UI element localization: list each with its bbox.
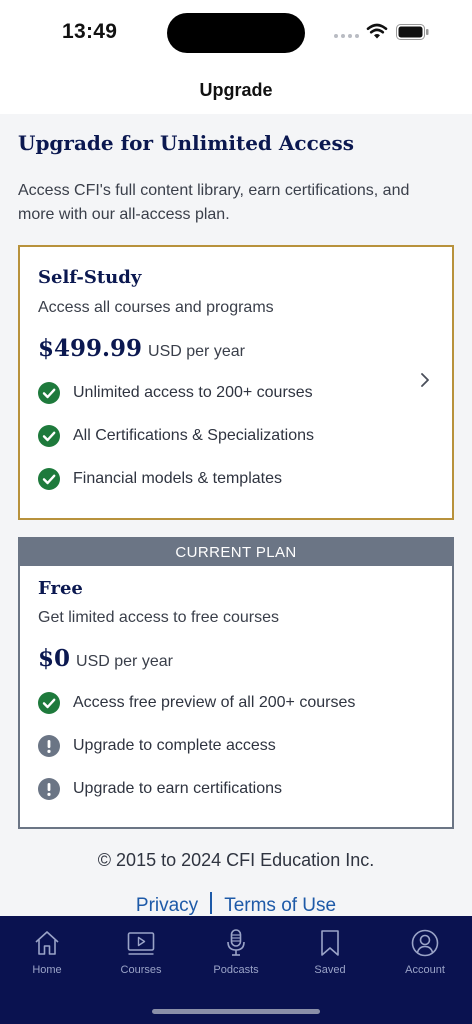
account-icon xyxy=(411,929,439,957)
privacy-link[interactable]: Privacy xyxy=(136,895,198,916)
feature-text: Unlimited access to 200+ courses xyxy=(73,384,313,401)
tab-home[interactable]: Home xyxy=(0,928,94,976)
check-circle-icon xyxy=(38,468,60,490)
home-icon xyxy=(35,931,59,955)
wifi-icon xyxy=(366,23,388,39)
terms-of-use-link[interactable]: Terms of Use xyxy=(224,895,336,916)
feature-item: Unlimited access to 200+ courses xyxy=(38,381,313,405)
tab-saved[interactable]: Saved xyxy=(283,928,377,976)
price-row: $499.99 USD per year xyxy=(38,335,245,362)
feature-text: Upgrade to complete access xyxy=(73,737,276,754)
tab-podcasts[interactable]: Podcasts xyxy=(189,928,283,976)
feature-text: Upgrade to earn certifications xyxy=(73,780,282,797)
tab-courses[interactable]: Courses xyxy=(94,928,188,976)
current-plan-banner: CURRENT PLAN xyxy=(20,539,452,566)
courses-icon xyxy=(127,932,155,955)
feature-text: All Certifications & Specializations xyxy=(73,427,314,444)
feature-item: All Certifications & Specializations xyxy=(38,424,314,448)
chevron-right-icon[interactable] xyxy=(418,371,432,389)
tab-account[interactable]: Account xyxy=(378,928,472,976)
status-time: 13:49 xyxy=(62,20,118,43)
plan-price: $0 xyxy=(38,645,71,672)
check-circle-icon xyxy=(38,425,60,447)
free-plan-card[interactable]: CURRENT PLAN Free Get limited access to … xyxy=(18,537,454,829)
battery-icon xyxy=(396,24,429,40)
tab-label: Courses xyxy=(120,964,162,976)
exclamation-circle-icon xyxy=(38,778,60,800)
self-study-plan-card[interactable]: Self-Study Access all courses and progra… xyxy=(18,245,454,520)
tab-bar: Home Courses Podcasts Saved Account xyxy=(0,916,472,1024)
plan-name: Self-Study xyxy=(38,267,142,288)
home-indicator xyxy=(152,1009,320,1014)
exclamation-circle-icon xyxy=(38,735,60,757)
plan-period: USD per year xyxy=(76,653,173,670)
status-bar: 13:49 xyxy=(0,0,472,64)
plan-description: Access all courses and programs xyxy=(38,299,274,316)
navigation-bar: Upgrade xyxy=(0,64,472,114)
bookmark-icon xyxy=(321,930,339,956)
footer-links: Privacy Terms of Use xyxy=(0,892,472,916)
plan-description: Get limited access to free courses xyxy=(38,609,279,626)
cellular-signal-icon xyxy=(334,34,359,38)
feature-item: Upgrade to complete access xyxy=(38,734,276,758)
microphone-icon xyxy=(227,929,245,956)
page-title: Upgrade for Unlimited Access xyxy=(18,131,354,155)
dynamic-island xyxy=(167,13,305,53)
check-circle-icon xyxy=(38,382,60,404)
feature-item: Financial models & templates xyxy=(38,467,282,491)
copyright-text: © 2015 to 2024 CFI Education Inc. xyxy=(97,850,375,870)
tab-label: Account xyxy=(405,964,445,976)
plan-price: $499.99 xyxy=(38,335,143,362)
upgrade-content[interactable]: Upgrade for Unlimited Access Access CFI'… xyxy=(0,114,472,916)
tab-label: Podcasts xyxy=(213,964,259,976)
price-row: $0 USD per year xyxy=(38,645,173,672)
check-circle-icon xyxy=(38,692,60,714)
feature-item: Access free preview of all 200+ courses xyxy=(38,691,355,715)
feature-text: Access free preview of all 200+ courses xyxy=(73,694,356,711)
link-divider xyxy=(210,892,213,914)
plan-name: Free xyxy=(38,578,83,599)
plan-period: USD per year xyxy=(148,343,245,360)
tab-label: Home xyxy=(32,964,62,976)
feature-text: Financial models & templates xyxy=(73,470,282,487)
intro-text: Access CFI's full content library, earn … xyxy=(18,182,410,223)
tab-label: Saved xyxy=(314,964,346,976)
nav-title: Upgrade xyxy=(199,80,273,100)
feature-item: Upgrade to earn certifications xyxy=(38,777,282,801)
